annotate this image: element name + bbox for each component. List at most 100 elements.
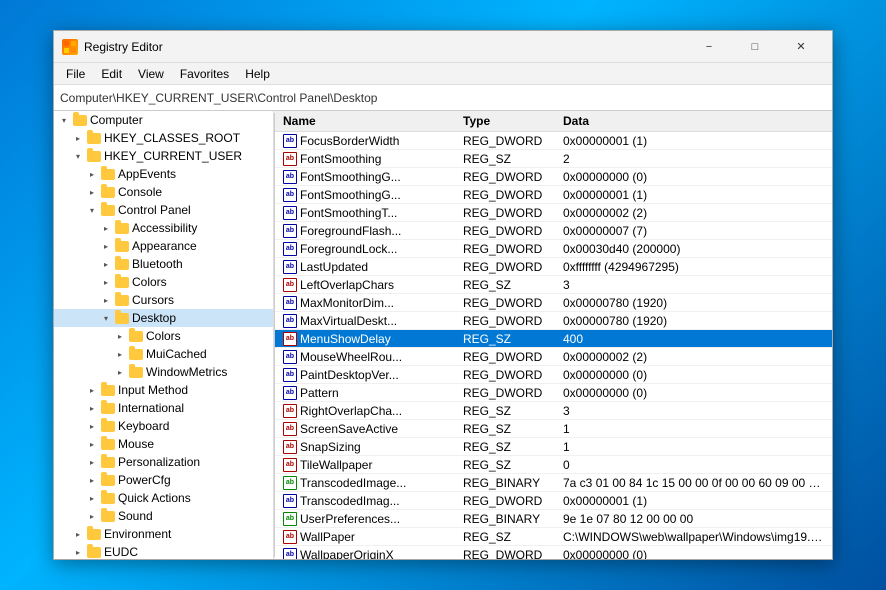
tree-item-sound[interactable]: ▸ Sound (54, 507, 273, 525)
name-label: Pattern (300, 386, 339, 400)
tree-item-accessibility[interactable]: ▸Accessibility (54, 219, 273, 237)
cell-data: 0x00000001 (1) (555, 133, 832, 149)
tree-item-appearance[interactable]: ▸Appearance (54, 237, 273, 255)
cell-data: 0x00000002 (2) (555, 349, 832, 365)
tree-item-colors[interactable]: ▸Colors (54, 273, 273, 291)
tree-item-bluetooth[interactable]: ▸Bluetooth (54, 255, 273, 273)
tree-item-cursors[interactable]: ▸Cursors (54, 291, 273, 309)
tree-expander[interactable]: ▾ (70, 148, 86, 164)
close-button[interactable]: ✕ (778, 31, 824, 63)
table-row[interactable]: abRightOverlapCha...REG_SZ3 (275, 402, 832, 420)
table-row[interactable]: abSnapSizingREG_SZ1 (275, 438, 832, 456)
table-row[interactable]: abScreenSaveActiveREG_SZ1 (275, 420, 832, 438)
tree-expander[interactable]: ▸ (70, 544, 86, 559)
tree-expander[interactable]: ▸ (84, 400, 100, 416)
tree-expander[interactable]: ▾ (84, 202, 100, 218)
tree-expander[interactable]: ▸ (84, 436, 100, 452)
folder-icon (100, 419, 116, 433)
tree-item-console[interactable]: ▸Console (54, 183, 273, 201)
table-row[interactable]: abWallPaperREG_SZC:\WINDOWS\web\wallpape… (275, 528, 832, 546)
menu-view[interactable]: View (130, 65, 172, 83)
table-row[interactable]: abMaxVirtualDeskt...REG_DWORD0x00000780 … (275, 312, 832, 330)
table-row[interactable]: abLastUpdatedREG_DWORD0xffffffff (429496… (275, 258, 832, 276)
tree-item-control-panel[interactable]: ▾Control Panel (54, 201, 273, 219)
tree-expander[interactable]: ▸ (70, 526, 86, 542)
table-row[interactable]: abFontSmoothingREG_SZ2 (275, 150, 832, 168)
sz-icon: ab (283, 278, 297, 292)
tree-expander[interactable]: ▸ (84, 382, 100, 398)
tree-expander[interactable]: ▸ (98, 274, 114, 290)
table-row[interactable]: abLeftOverlapCharsREG_SZ3 (275, 276, 832, 294)
table-row[interactable]: abFocusBorderWidthREG_DWORD0x00000001 (1… (275, 132, 832, 150)
tree-expander[interactable]: ▸ (98, 292, 114, 308)
tree-item-quick-actions[interactable]: ▸ Quick Actions (54, 489, 273, 507)
tree-item-muicached[interactable]: ▸MuiCached (54, 345, 273, 363)
table-row[interactable]: abTranscodedImage...REG_BINARY7a c3 01 0… (275, 474, 832, 492)
menu-file[interactable]: File (58, 65, 93, 83)
registry-editor-window: Registry Editor − □ ✕ File Edit View Fav… (53, 30, 833, 560)
table-row[interactable]: abFontSmoothingG...REG_DWORD0x00000001 (… (275, 186, 832, 204)
tree-item-mouse[interactable]: ▸Mouse (54, 435, 273, 453)
maximize-button[interactable]: □ (732, 31, 778, 63)
cell-type: REG_DWORD (455, 187, 555, 203)
menu-edit[interactable]: Edit (93, 65, 130, 83)
tree-expander[interactable]: ▸ (98, 256, 114, 272)
tree-item-label: Sound (118, 509, 153, 523)
tree-item-international[interactable]: ▸International (54, 399, 273, 417)
folder-icon (86, 545, 102, 559)
table-row[interactable]: abTranscodedImag...REG_DWORD0x00000001 (… (275, 492, 832, 510)
table-row[interactable]: abUserPreferences...REG_BINARY9e 1e 07 8… (275, 510, 832, 528)
cell-data: 0x00000001 (1) (555, 187, 832, 203)
table-row[interactable]: abPatternREG_DWORD0x00000000 (0) (275, 384, 832, 402)
tree-expander[interactable]: ▸ (98, 220, 114, 236)
tree-item-computer[interactable]: ▾Computer (54, 111, 273, 129)
tree-item-eudc[interactable]: ▸ EUDC (54, 543, 273, 559)
menu-help[interactable]: Help (237, 65, 278, 83)
tree-expander[interactable]: ▸ (84, 490, 100, 506)
tree-item-label: EUDC (104, 545, 138, 559)
tree-expander[interactable]: ▸ (70, 130, 86, 146)
table-row[interactable]: abFontSmoothingT...REG_DWORD0x00000002 (… (275, 204, 832, 222)
tree-item-input-method[interactable]: ▸Input Method (54, 381, 273, 399)
tree-item-label: Quick Actions (118, 491, 191, 505)
tree-item-windowmetrics[interactable]: ▸WindowMetrics (54, 363, 273, 381)
tree-item-environment[interactable]: ▸Environment (54, 525, 273, 543)
tree-item-hkey_current_user[interactable]: ▾HKEY_CURRENT_USER (54, 147, 273, 165)
table-row[interactable]: abFontSmoothingG...REG_DWORD0x00000000 (… (275, 168, 832, 186)
tree-expander[interactable]: ▸ (98, 238, 114, 254)
tree-item-appevents[interactable]: ▸AppEvents (54, 165, 273, 183)
table-row[interactable]: abMenuShowDelayREG_SZ400 (275, 330, 832, 348)
tree-expander[interactable]: ▾ (98, 310, 114, 326)
tree-expander[interactable]: ▸ (112, 364, 128, 380)
tree-expander[interactable]: ▸ (84, 472, 100, 488)
tree-panel[interactable]: ▾Computer▸HKEY_CLASSES_ROOT▾HKEY_CURRENT… (54, 111, 274, 559)
table-row[interactable]: abPaintDesktopVer...REG_DWORD0x00000000 … (275, 366, 832, 384)
cell-type: REG_DWORD (455, 547, 555, 560)
tree-item-colors[interactable]: ▸Colors (54, 327, 273, 345)
cell-type: REG_SZ (455, 403, 555, 419)
tree-expander[interactable]: ▸ (84, 508, 100, 524)
table-row[interactable]: abMaxMonitorDim...REG_DWORD0x00000780 (1… (275, 294, 832, 312)
tree-expander[interactable]: ▸ (84, 166, 100, 182)
tree-expander[interactable]: ▸ (84, 184, 100, 200)
tree-expander[interactable]: ▸ (84, 418, 100, 434)
tree-expander[interactable]: ▸ (84, 454, 100, 470)
tree-item-desktop[interactable]: ▾Desktop (54, 309, 273, 327)
tree-item-hkey_classes_root[interactable]: ▸HKEY_CLASSES_ROOT (54, 129, 273, 147)
table-row[interactable]: abForegroundFlash...REG_DWORD0x00000007 … (275, 222, 832, 240)
tree-item-powercfg[interactable]: ▸PowerCfg (54, 471, 273, 489)
tree-expander[interactable]: ▸ (112, 346, 128, 362)
table-row[interactable]: abWallpaperOriginXREG_DWORD0x00000000 (0… (275, 546, 832, 559)
folder-icon (114, 311, 130, 325)
cell-type: REG_SZ (455, 277, 555, 293)
name-label: FocusBorderWidth (300, 134, 399, 148)
tree-expander[interactable]: ▸ (112, 328, 128, 344)
tree-expander[interactable]: ▾ (56, 112, 72, 128)
table-row[interactable]: abForegroundLock...REG_DWORD0x00030d40 (… (275, 240, 832, 258)
tree-item-personalization[interactable]: ▸Personalization (54, 453, 273, 471)
table-row[interactable]: abTileWallpaperREG_SZ0 (275, 456, 832, 474)
table-row[interactable]: abMouseWheelRou...REG_DWORD0x00000002 (2… (275, 348, 832, 366)
menu-favorites[interactable]: Favorites (172, 65, 237, 83)
minimize-button[interactable]: − (686, 31, 732, 63)
tree-item-keyboard[interactable]: ▸Keyboard (54, 417, 273, 435)
